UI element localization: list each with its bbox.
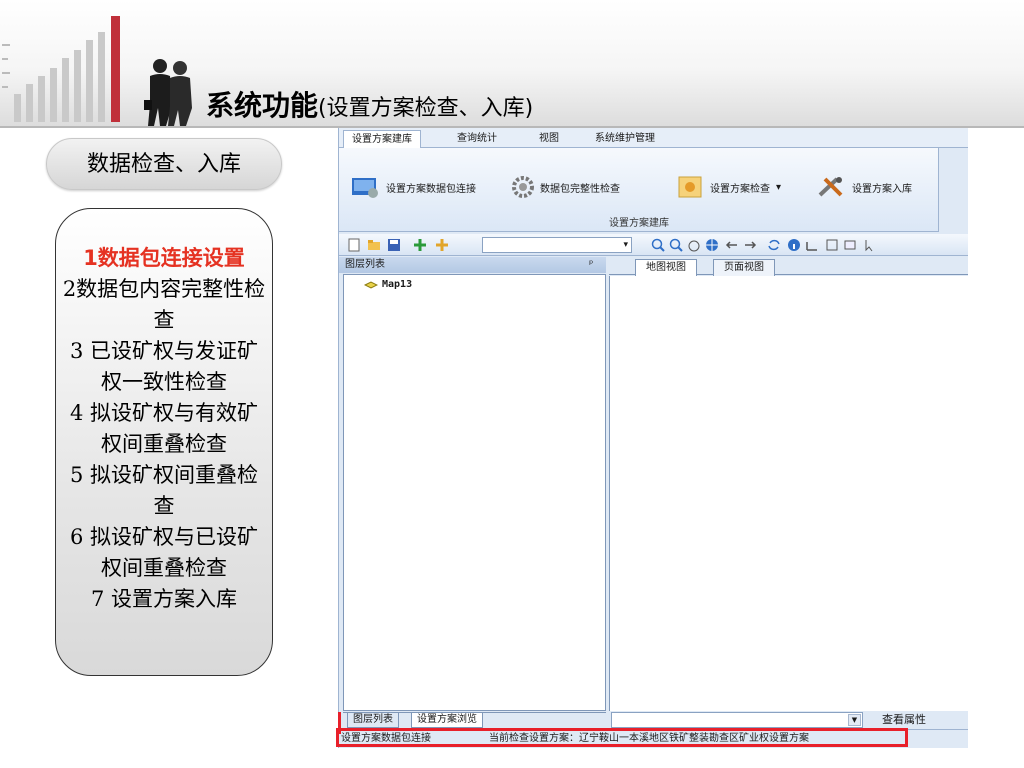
step-item: 4 拟设矿权与有效矿权间重叠检查: [69, 401, 259, 456]
tab-map-view[interactable]: 地图视图: [635, 259, 697, 276]
bar-chart-decoration-icon: [2, 16, 120, 122]
attribute-combo[interactable]: ▼: [611, 712, 863, 728]
tree-item-label: Map13: [382, 279, 413, 290]
tree-item[interactable]: Map13: [364, 279, 412, 290]
zoom-out-icon[interactable]: [669, 238, 683, 252]
step-item: 5 拟设矿权间重叠检查: [69, 463, 259, 518]
scheme-import-label: 设置方案入库: [852, 183, 912, 195]
pin-icon[interactable]: ᵖ: [589, 257, 593, 273]
ribbon: 设置方案数据包连接 数据包完整性检查 设置方案检查 ▾ 设置方案入库 设置方案建…: [339, 148, 939, 232]
tools-icon: [818, 177, 843, 197]
chevron-down-icon[interactable]: ▼: [848, 714, 861, 726]
integrity-check-button[interactable]: 数据包完整性检查: [511, 174, 620, 200]
tab-system-maintenance[interactable]: 系统维护管理: [587, 130, 663, 148]
app-window: 设置方案建库 查询统计 视图 系统维护管理 设置方案数据包连接 数据包完整性检查…: [338, 128, 968, 748]
step-item: 1数据包连接设置: [83, 246, 245, 270]
title-sub: (设置方案检查、入库): [318, 96, 534, 121]
tab-query-stats[interactable]: 查询统计: [449, 130, 505, 148]
ribbon-group-label: 设置方案建库: [609, 218, 669, 229]
tab-view[interactable]: 视图: [531, 130, 567, 148]
import-data-icon[interactable]: [435, 238, 449, 252]
save-icon[interactable]: [387, 238, 401, 252]
steps-panel: 1数据包连接设置 2数据包内容完整性检查 3 已设矿权与发证矿权一致性检查 4 …: [55, 208, 273, 676]
layer-stack-icon: [364, 280, 378, 289]
business-people-icon: [144, 59, 192, 126]
map-canvas[interactable]: [609, 276, 968, 711]
tab-scheme-browse[interactable]: 设置方案浏览: [411, 713, 483, 728]
gear-icon: [512, 176, 534, 198]
page-title: 系统功能(设置方案检查、入库): [206, 84, 533, 124]
view-properties-button[interactable]: 查看属性: [869, 712, 939, 728]
db-connect-icon: [352, 178, 378, 198]
scheme-check-label: 设置方案检查: [710, 183, 770, 195]
check-icon: [678, 176, 702, 198]
dropdown-arrow-icon[interactable]: ▾: [776, 182, 781, 193]
scheme-import-button[interactable]: 设置方案入库: [817, 174, 912, 200]
layer-panel: Map13: [343, 274, 606, 711]
layer-combo[interactable]: ▾: [482, 237, 632, 253]
zoom-in-icon[interactable]: [651, 238, 665, 252]
refresh-icon[interactable]: [767, 238, 781, 252]
menu-tab-bar: 设置方案建库 查询统计 视图 系统维护管理: [339, 128, 968, 148]
step-item: 6 拟设矿权与已设矿权间重叠检查: [69, 525, 259, 580]
forward-arrow-icon[interactable]: [743, 238, 757, 252]
step-item: 7 设置方案入库: [90, 587, 238, 611]
measure-icon[interactable]: [805, 238, 819, 252]
view-tab-bar: 地图视图 页面视图: [609, 257, 968, 276]
add-layer-icon[interactable]: [413, 238, 427, 252]
select-tool-icon[interactable]: [843, 238, 857, 252]
toolbar: ▾: [339, 234, 968, 256]
step-item: 2数据包内容完整性检查: [62, 277, 266, 332]
scheme-check-button[interactable]: 设置方案检查 ▾: [677, 174, 781, 200]
section-pill: 数据检查、入库: [46, 138, 282, 190]
bottom-tab-bar: 图层列表 设置方案浏览: [343, 712, 606, 728]
back-arrow-icon[interactable]: [725, 238, 739, 252]
full-extent-icon[interactable]: [705, 238, 719, 252]
layer-panel-title: 图层列表: [339, 257, 606, 273]
annotation-highlight-box: [336, 728, 908, 747]
connect-package-button[interactable]: 设置方案数据包连接: [351, 174, 476, 200]
tab-scheme-build[interactable]: 设置方案建库: [343, 130, 421, 148]
tab-layer-list[interactable]: 图层列表: [347, 713, 399, 728]
pointer-icon[interactable]: [863, 238, 877, 252]
tab-page-view[interactable]: 页面视图: [713, 259, 775, 276]
slide: 系统功能(设置方案检查、入库) 数据检查、入库 1数据包连接设置 2数据包内容完…: [0, 0, 1024, 768]
new-file-icon[interactable]: [347, 238, 361, 252]
pan-hand-icon[interactable]: [687, 238, 701, 252]
map-tool-icon[interactable]: [825, 238, 839, 252]
connect-package-label: 设置方案数据包连接: [386, 183, 476, 195]
integrity-check-label: 数据包完整性检查: [540, 183, 620, 195]
info-icon[interactable]: [787, 238, 801, 252]
title-main: 系统功能: [206, 89, 319, 122]
step-item: 3 已设矿权与发证矿权一致性检查: [69, 339, 259, 394]
open-folder-icon[interactable]: [367, 238, 381, 252]
